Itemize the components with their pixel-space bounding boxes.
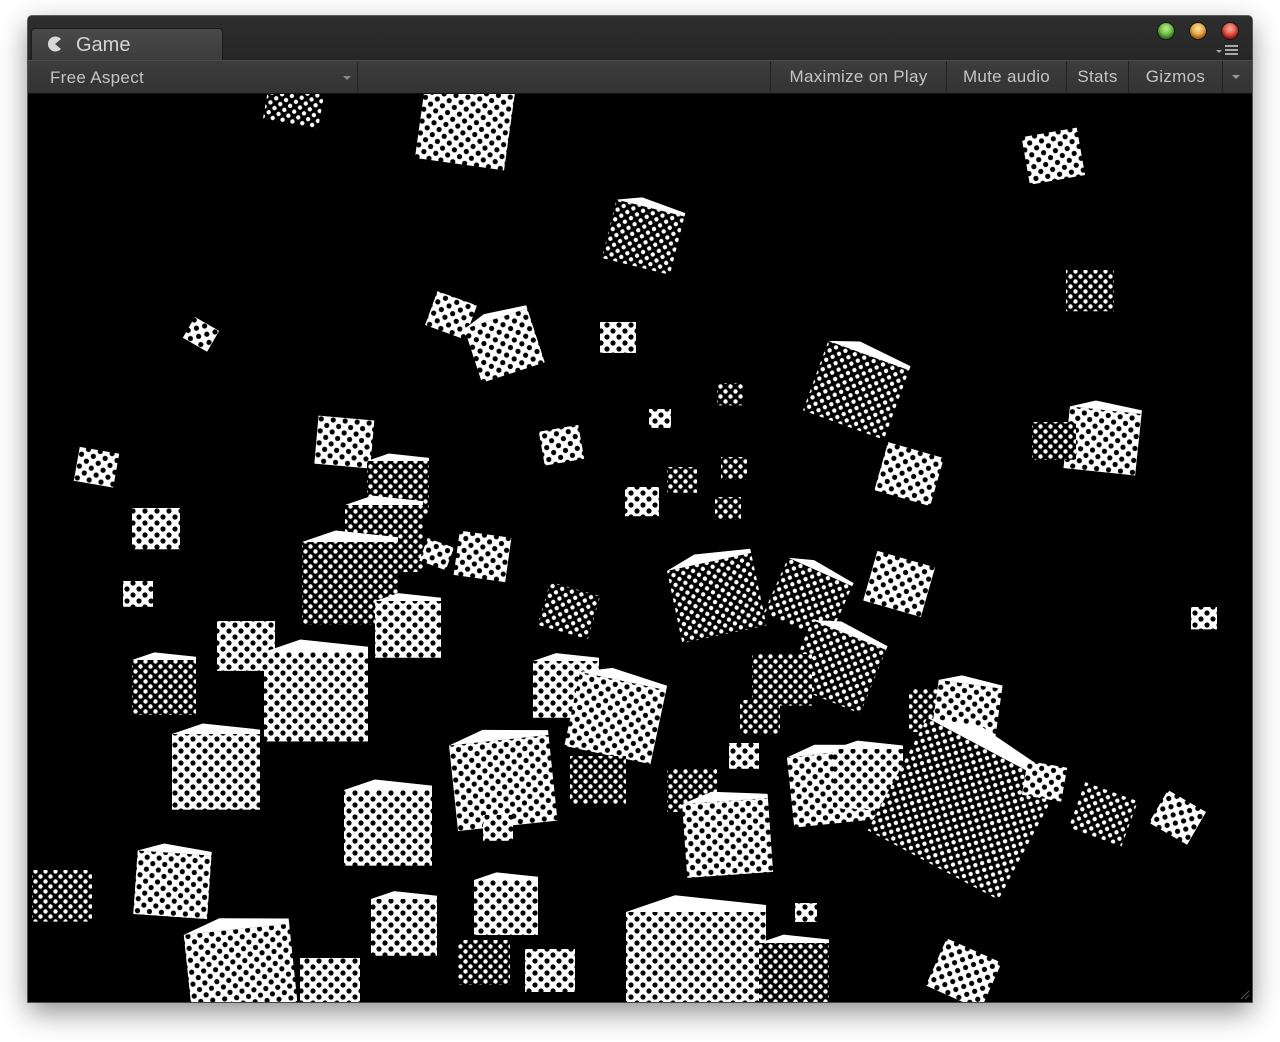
aspect-dropdown[interactable]: Free Aspect	[38, 63, 358, 91]
scene-cube	[740, 700, 780, 735]
scene-cube	[264, 652, 368, 742]
scene-cube	[538, 424, 585, 466]
scene-cube	[717, 383, 743, 406]
scene-cube	[759, 943, 829, 1002]
chevron-down-icon	[1232, 75, 1240, 79]
panel-menu-icon[interactable]	[1214, 44, 1240, 56]
scene-cube	[314, 415, 375, 469]
stats-toggle[interactable]: Stats	[1066, 61, 1128, 93]
tab-label: Game	[76, 34, 131, 56]
scene-cube	[1066, 270, 1114, 312]
scene-cube	[1191, 607, 1217, 630]
scene-cube	[721, 457, 747, 480]
scene-cube	[626, 912, 766, 1002]
gizmos-toggle[interactable]: Gizmos	[1128, 61, 1222, 93]
titlebar: Game	[28, 16, 1252, 60]
scene-cube	[414, 94, 515, 171]
game-toolbar: Free Aspect Maximize on Play Mute audio …	[28, 60, 1252, 94]
scene-cube	[132, 660, 196, 716]
scene-cube	[525, 949, 575, 992]
scene-cube	[682, 798, 774, 878]
scene-cube	[1021, 127, 1086, 185]
tab-game[interactable]: Game	[31, 28, 223, 60]
scene-cube	[344, 790, 432, 866]
scene-cube	[600, 322, 636, 353]
scene-cube	[453, 530, 512, 583]
scene-cube	[570, 756, 626, 805]
mute-audio-toggle[interactable]: Mute audio	[946, 61, 1066, 93]
scene-cube	[458, 940, 510, 985]
scene-cube	[183, 923, 299, 1002]
scene-cube	[729, 743, 759, 769]
scene-cube	[375, 601, 441, 658]
close-window-button[interactable]	[1222, 23, 1238, 39]
scene-cube	[123, 581, 153, 607]
scene-render	[28, 94, 1252, 1002]
gizmos-dropdown[interactable]	[1222, 61, 1248, 93]
maximize-window-button[interactable]	[1158, 23, 1174, 39]
resize-grip-icon[interactable]	[1238, 988, 1250, 1000]
scene-cube	[132, 508, 180, 550]
scene-cube	[1021, 760, 1068, 802]
scene-cube	[32, 870, 92, 922]
scene-cube	[73, 446, 120, 488]
scene-cube	[795, 903, 817, 922]
scene-cube	[1032, 422, 1076, 460]
aspect-label: Free Aspect	[50, 68, 145, 87]
scene-cube	[172, 734, 260, 810]
scene-cube	[625, 487, 659, 517]
scene-cube	[667, 467, 697, 493]
chevron-down-icon	[343, 76, 351, 80]
scene-cube	[752, 654, 812, 706]
scene-cube	[483, 815, 513, 841]
game-viewport[interactable]	[28, 94, 1252, 1002]
minimize-window-button[interactable]	[1190, 23, 1206, 39]
scene-cube	[371, 899, 437, 956]
pacman-icon	[47, 36, 61, 52]
scene-cube	[300, 958, 360, 1002]
scene-cube	[474, 880, 538, 936]
scene-cube	[715, 497, 741, 520]
maximize-on-play-toggle[interactable]: Maximize on Play	[770, 61, 946, 93]
scene-cube	[649, 409, 671, 428]
game-window: Game Free Aspect Maximize on Play Mute a…	[28, 16, 1252, 1002]
scene-cube	[133, 850, 212, 920]
